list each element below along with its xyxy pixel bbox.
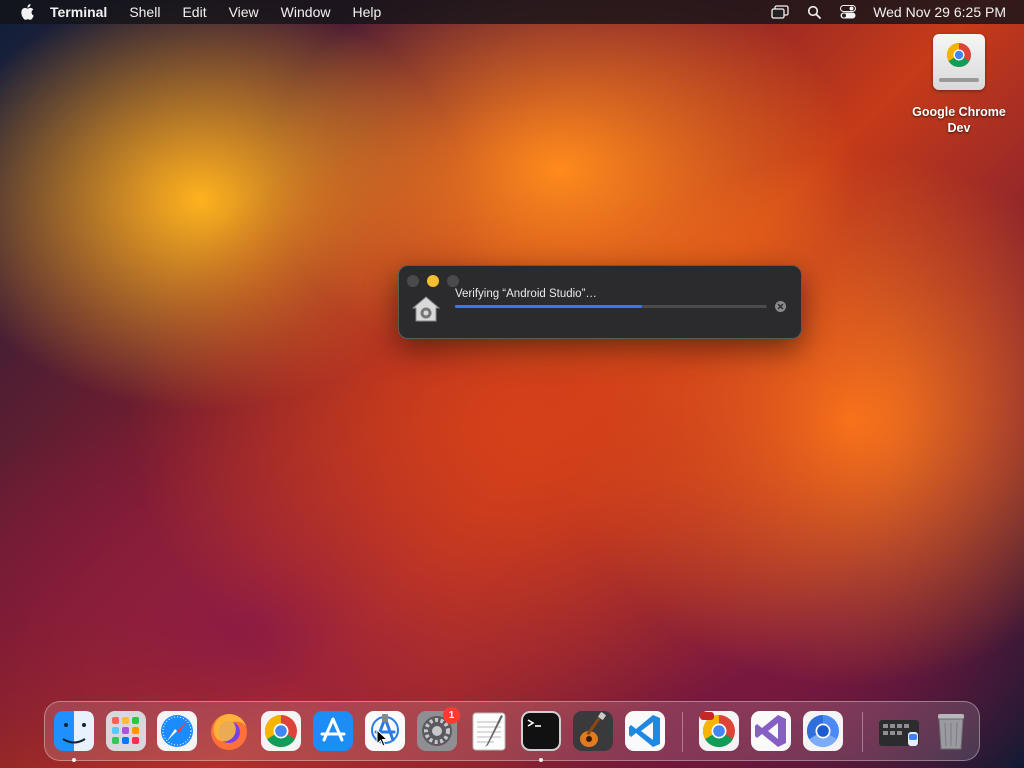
menu-view[interactable]: View [229, 0, 259, 24]
terminal-icon[interactable] [520, 710, 562, 752]
verify-progress-fill [455, 305, 643, 308]
app-store-icon[interactable] [312, 710, 354, 752]
desktop-icon-label: Google Chrome Dev [912, 105, 1006, 135]
firefox-icon[interactable] [208, 710, 250, 752]
menu-app-name[interactable]: Terminal [50, 0, 107, 24]
cancel-x-icon[interactable] [775, 301, 786, 312]
verify-progress-bar [455, 305, 767, 308]
terminal-running-dot [539, 758, 543, 762]
system-settings-badge: 1 [443, 707, 460, 724]
menu-clock[interactable]: Wed Nov 29 6:25 PM [873, 4, 1006, 20]
dock-divider [862, 712, 863, 752]
visual-studio-icon[interactable] [750, 710, 792, 752]
verify-dialog: Verifying “Android Studio”… [398, 265, 802, 339]
menu-window[interactable]: Window [281, 0, 331, 24]
dock: 1 [44, 701, 980, 762]
chromium-icon[interactable] [802, 710, 844, 752]
screen-mirroring-icon[interactable] [771, 4, 789, 20]
menu-bar: Terminal Shell Edit View Window Help Wed… [0, 0, 1024, 24]
mouse-cursor-icon [376, 728, 389, 747]
finder-icon[interactable] [53, 710, 95, 752]
window-minimize-button[interactable] [427, 275, 439, 287]
vscode-icon[interactable] [624, 710, 666, 752]
gatekeeper-house-icon [411, 294, 441, 324]
dock-divider [682, 712, 683, 752]
menu-edit[interactable]: Edit [182, 0, 206, 24]
trash-icon[interactable] [930, 710, 972, 752]
system-settings-icon[interactable]: 1 [416, 707, 460, 752]
search-icon[interactable] [805, 4, 823, 20]
chrome-icon[interactable] [260, 710, 302, 752]
downloads-stack-icon[interactable] [878, 710, 920, 752]
chrome-dev-drive-icon [933, 34, 985, 90]
menu-help[interactable]: Help [352, 0, 381, 24]
finder-running-dot [72, 758, 76, 762]
garageband-icon[interactable] [572, 710, 614, 752]
verify-dialog-title: Verifying “Android Studio”… [455, 288, 597, 300]
apple-logo-icon[interactable] [18, 3, 36, 21]
menu-shell[interactable]: Shell [129, 0, 160, 24]
chrome-dev-icon[interactable] [698, 710, 740, 752]
window-zoom-button[interactable] [447, 275, 459, 287]
textedit-icon[interactable] [468, 710, 510, 752]
launchpad-icon[interactable] [105, 710, 147, 752]
control-center-icon[interactable] [839, 4, 857, 20]
safari-icon[interactable] [156, 710, 198, 752]
window-close-button[interactable] [407, 275, 419, 287]
desktop-icon-chrome-dev[interactable]: Google Chrome Dev [900, 34, 1018, 136]
